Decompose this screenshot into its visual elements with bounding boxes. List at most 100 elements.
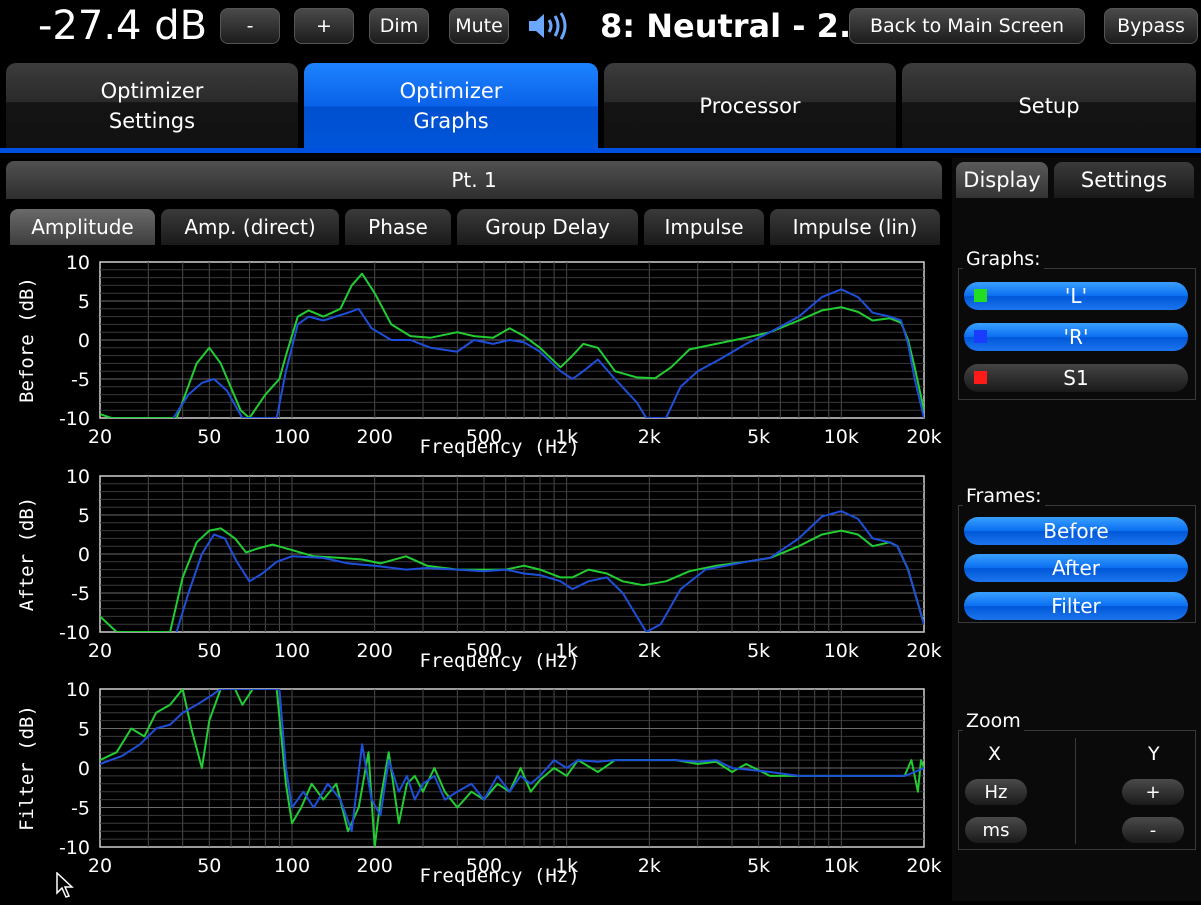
x-tick-label: 5k [747, 855, 770, 877]
frames-group-label: Frames: [963, 485, 1045, 507]
y-tick-label: 10 [66, 679, 90, 701]
x-tick-label: 20 [88, 640, 112, 662]
x-tick-label: 10k [824, 426, 859, 448]
x-tick-label: 100 [274, 855, 310, 877]
y-tick-label: -10 [59, 408, 90, 430]
tab-amp-direct[interactable]: Amp. (direct) [161, 209, 339, 245]
x-tick-label: 5k [747, 426, 770, 448]
y-tick-label: -10 [59, 837, 90, 859]
zoom-y-in-button[interactable]: + [1122, 779, 1184, 805]
volume-up-button[interactable]: + [294, 8, 354, 44]
preset-title: 8: Neutral - 2.1 [600, 7, 874, 45]
x-tick-label: 20 [88, 855, 112, 877]
x-tick-label: 100 [274, 640, 310, 662]
zoom-x-hz-button[interactable]: Hz [965, 779, 1027, 805]
tab-optimizer-graphs[interactable]: Optimizer Graphs [304, 63, 598, 149]
x-tick-label: 10k [824, 640, 859, 662]
tab-label-line1: Optimizer [399, 79, 503, 103]
tab-impulse[interactable]: Impulse [644, 209, 764, 245]
x-tick-label: 2k [638, 640, 661, 662]
x-tick-label: 50 [197, 640, 221, 662]
dim-button[interactable]: Dim [369, 8, 429, 44]
tab-label-line1: Optimizer [100, 79, 204, 103]
x-axis-label: Frequency (Hz) [420, 865, 580, 887]
tab-label: Setup [1018, 94, 1080, 118]
tab-label-line2: Settings [108, 109, 196, 133]
y-tick-label: -5 [71, 369, 90, 391]
zoom-x-label: X [988, 743, 1002, 765]
graph-toggle-l[interactable]: 'L' [964, 282, 1188, 310]
tab-display[interactable]: Display [956, 162, 1048, 198]
tab-label-line2: Graphs [413, 109, 489, 133]
zoom-group-label: Zoom [963, 710, 1024, 732]
red-swatch-icon [974, 371, 987, 384]
x-tick-label: 50 [197, 855, 221, 877]
green-swatch-icon [974, 289, 987, 302]
speaker-icon[interactable] [525, 10, 573, 42]
tab-phase[interactable]: Phase [345, 209, 451, 245]
y-tick-label: -10 [59, 622, 90, 644]
frequency-response-plots: 1050-5-1020 50 100 200 500 1k 2k 5k 10k 20kFreque… [16, 252, 942, 887]
y-axis-label: Filter (dB) [16, 705, 38, 831]
x-tick-label: 200 [357, 640, 393, 662]
graph-toggle-s1[interactable]: S1 [964, 364, 1188, 392]
volume-readout: -27.4 dB [38, 3, 208, 49]
graph-toggle-label: 'R' [1063, 325, 1089, 349]
blue-swatch-icon [974, 330, 987, 343]
y-tick-label: 0 [78, 330, 90, 352]
graphs-area: 10 5 0 -5 -10 20 50 100 200 500 1k 2k 5k 10k 20k Freque… [0, 245, 946, 901]
x-tick-label: 20k [906, 640, 941, 662]
mouse-cursor-icon [56, 871, 76, 902]
y-axis-label: After (dB) [16, 497, 38, 611]
zoom-y-out-button[interactable]: - [1122, 817, 1184, 843]
tab-optimizer-settings[interactable]: Optimizer Settings [6, 63, 298, 149]
graph-toggle-label: S1 [1063, 366, 1089, 390]
graph-toggle-label: 'L' [1064, 284, 1088, 308]
tab-group-delay[interactable]: Group Delay [457, 209, 638, 245]
plot-panel: 1050-5-1020 50 100 200 500 1k 2k 5k 10k 20kFreque… [16, 466, 942, 672]
volume-down-button[interactable]: - [220, 8, 280, 44]
x-axis-label: Frequency (Hz) [420, 436, 580, 458]
back-to-main-screen-button[interactable]: Back to Main Screen [849, 8, 1085, 44]
bypass-button[interactable]: Bypass [1104, 8, 1198, 44]
x-tick-label: 2k [638, 855, 661, 877]
measurement-point-header[interactable]: Pt. 1 [6, 161, 942, 199]
y-tick-label: 5 [78, 291, 90, 313]
y-tick-label: 10 [66, 466, 90, 488]
x-tick-label: 100 [274, 426, 310, 448]
x-tick-label: 20k [906, 855, 941, 877]
x-axis-label: Frequency (Hz) [420, 650, 580, 672]
x-tick-label: 50 [197, 426, 221, 448]
x-tick-label: 20 [88, 426, 112, 448]
y-tick-label: 5 [78, 719, 90, 741]
x-tick-label: 5k [747, 640, 770, 662]
plot-panel: 1050-5-1020 50 100 200 500 1k 2k 5k 10k 20kFreque… [16, 679, 942, 887]
zoom-y-label: Y [1148, 743, 1160, 765]
tab-processor[interactable]: Processor [604, 63, 896, 149]
x-tick-label: 2k [638, 426, 661, 448]
zoom-divider [1075, 738, 1076, 844]
x-tick-label: 10k [824, 855, 859, 877]
tab-amplitude[interactable]: Amplitude [10, 209, 155, 245]
y-axis-label: Before (dB) [16, 277, 38, 403]
tab-settings[interactable]: Settings [1054, 162, 1194, 198]
zoom-x-ms-button[interactable]: ms [965, 817, 1027, 843]
tab-divider [0, 148, 1201, 153]
y-tick-label: -5 [71, 583, 90, 605]
frame-after-button[interactable]: After [964, 554, 1188, 582]
tab-impulse-lin[interactable]: Impulse (lin) [770, 209, 940, 245]
x-tick-label: 200 [357, 426, 393, 448]
frame-filter-button[interactable]: Filter [964, 592, 1188, 620]
y-tick-label: 10 [66, 252, 90, 274]
graph-toggle-r[interactable]: 'R' [964, 323, 1188, 351]
x-tick-label: 200 [357, 855, 393, 877]
frame-before-button[interactable]: Before [964, 517, 1188, 545]
y-tick-label: 5 [78, 505, 90, 527]
plot-panel: 1050-5-1020 50 100 200 500 1k 2k 5k 10k 20kFreque… [16, 252, 942, 458]
y-tick-label: -5 [71, 798, 90, 820]
tab-setup[interactable]: Setup [902, 63, 1196, 149]
mute-button[interactable]: Mute [449, 8, 509, 44]
graphs-group-label: Graphs: [963, 248, 1044, 270]
tab-label: Processor [699, 94, 801, 118]
y-tick-label: 0 [78, 544, 90, 566]
